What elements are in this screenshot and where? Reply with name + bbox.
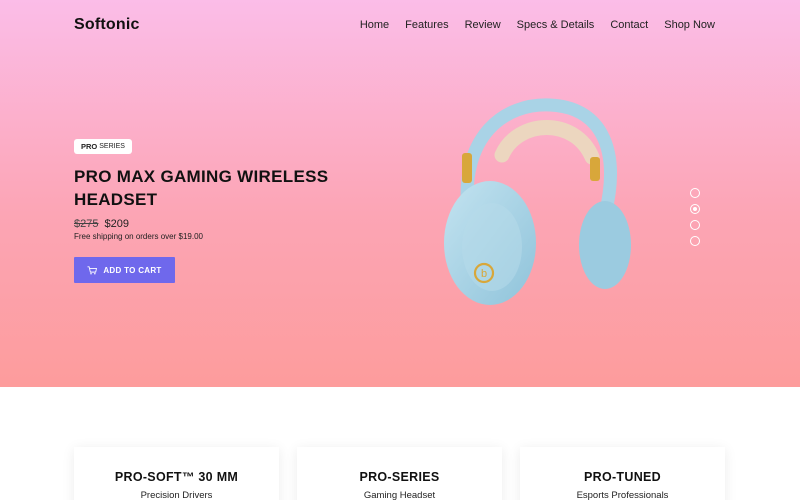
price-block: $275 $209 bbox=[74, 218, 129, 230]
feature-card-subtitle: Esports Professionals bbox=[576, 490, 669, 500]
product-title: PRO MAX GAMING WIRELESS HEADSET bbox=[74, 167, 329, 209]
nav-link-contact[interactable]: Contact bbox=[610, 19, 648, 31]
feature-card-title: PRO-SERIES bbox=[359, 470, 440, 484]
shipping-note: Free shipping on orders over $19.00 bbox=[74, 232, 203, 241]
feature-card-subtitle: Gaming Headset bbox=[363, 490, 436, 500]
nav-link-review[interactable]: Review bbox=[465, 19, 501, 31]
slider-dot-2[interactable] bbox=[690, 204, 700, 214]
feature-card-title: PRO-TUNED bbox=[583, 470, 661, 484]
slider-dot-3[interactable] bbox=[690, 220, 700, 230]
badge-strong-text: PRO bbox=[81, 142, 98, 151]
series-badge: PRO SERIES bbox=[74, 139, 132, 154]
slider-dots bbox=[690, 188, 700, 246]
nav-link-specs[interactable]: Specs & Details bbox=[517, 19, 595, 31]
feature-card-title: PRO-SOFT™ 30 MM bbox=[114, 470, 239, 484]
nav-link-shop-now[interactable]: Shop Now bbox=[664, 19, 715, 31]
feature-card: PRO-SOFT™ 30 MM Precision Drivers bbox=[74, 447, 279, 500]
feature-card-subtitle: Precision Drivers bbox=[140, 490, 213, 500]
nav-link-home[interactable]: Home bbox=[360, 19, 389, 31]
old-price: $275 bbox=[74, 218, 99, 230]
brand-logo[interactable]: Softonic bbox=[74, 16, 140, 34]
add-to-cart-label: ADD TO CART bbox=[103, 265, 162, 275]
cart-icon bbox=[87, 265, 98, 275]
badge-rest-text: SERIES bbox=[99, 143, 125, 150]
add-to-cart-button[interactable]: ADD TO CART bbox=[74, 257, 175, 283]
feature-card: PRO-SERIES Gaming Headset bbox=[297, 447, 502, 500]
nav-link-features[interactable]: Features bbox=[405, 19, 448, 31]
slider-dot-1[interactable] bbox=[690, 188, 700, 198]
main-nav: Home Features Review Specs & Details Con… bbox=[360, 19, 715, 31]
feature-cards: PRO-SOFT™ 30 MM Precision Drivers PRO-SE… bbox=[74, 447, 725, 500]
headphones-image: b bbox=[444, 98, 631, 305]
svg-text:b: b bbox=[481, 268, 487, 280]
slider-dot-4[interactable] bbox=[690, 236, 700, 246]
feature-card: PRO-TUNED Esports Professionals bbox=[520, 447, 725, 500]
current-price: $209 bbox=[104, 218, 129, 230]
